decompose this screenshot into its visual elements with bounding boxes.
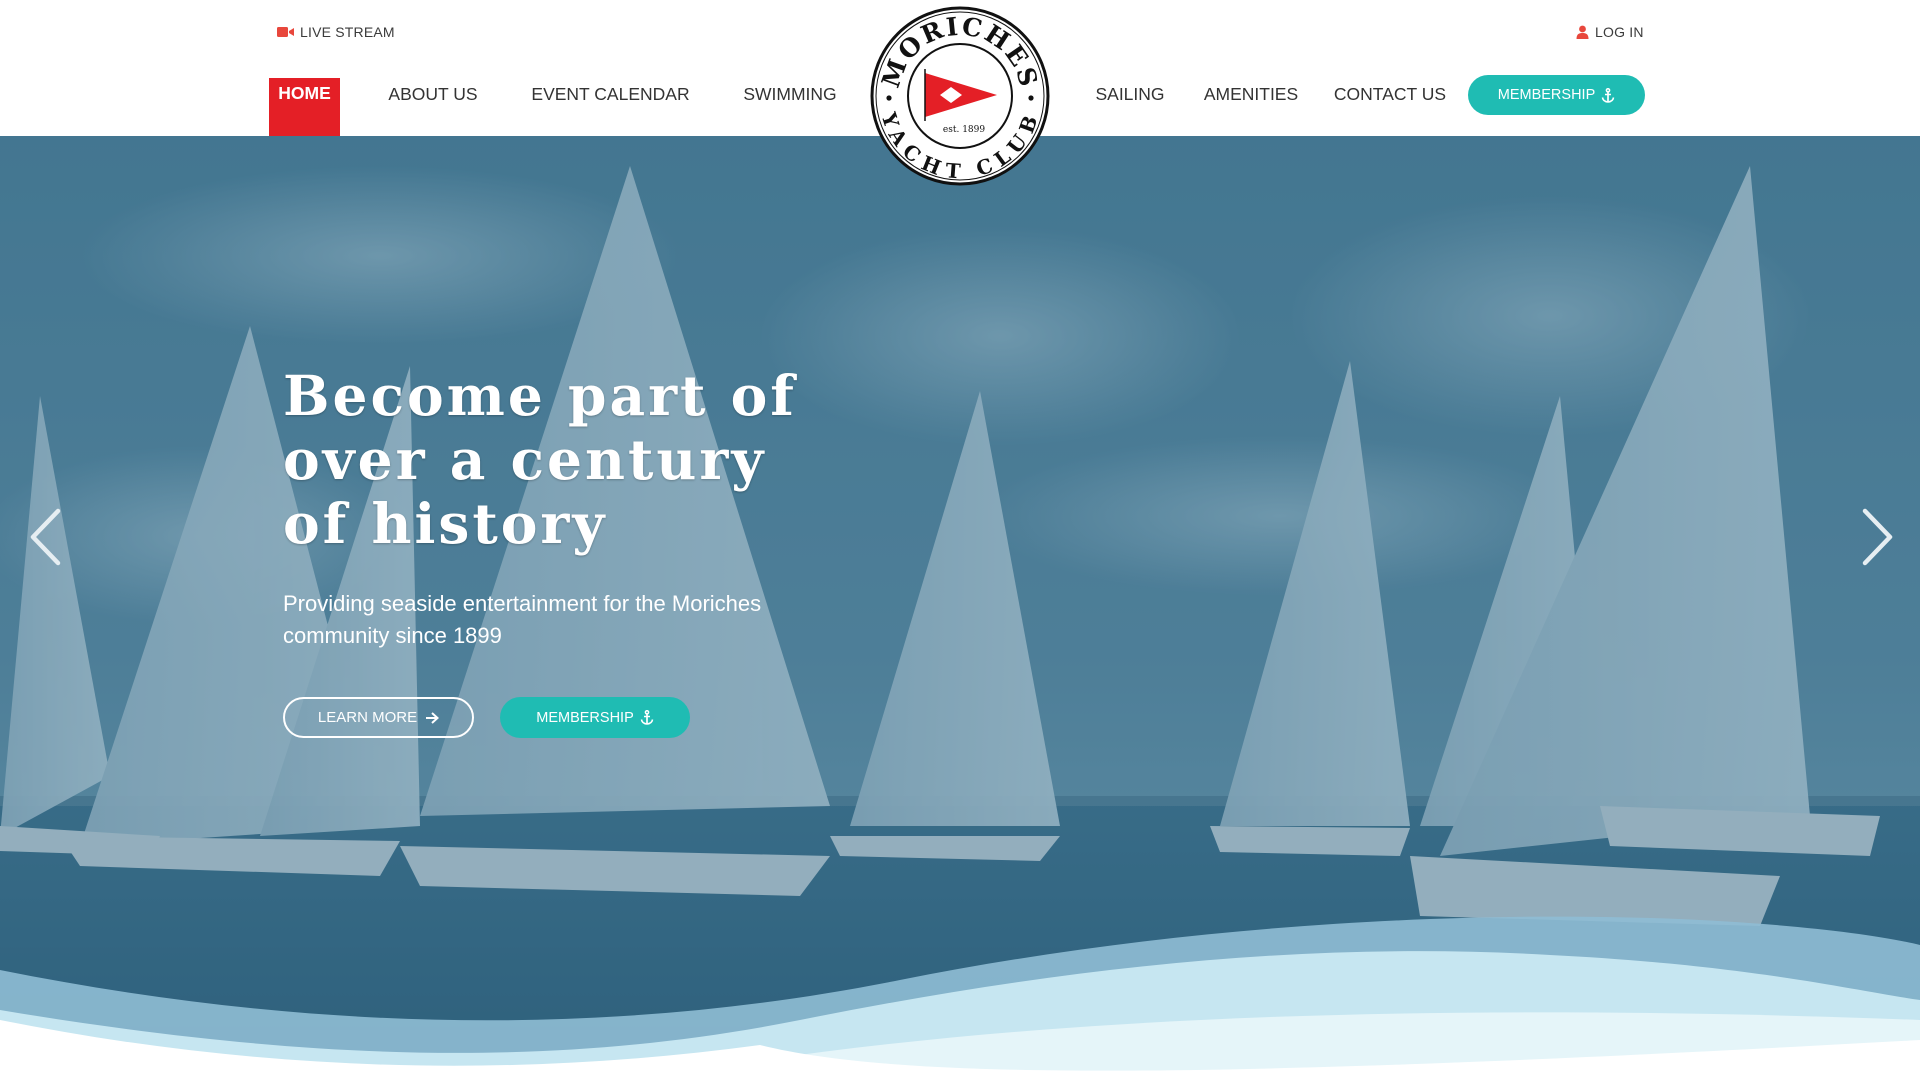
nav-amenities[interactable]: AMENITIES	[1200, 78, 1302, 136]
slider-prev-button[interactable]	[25, 502, 65, 572]
hero-subtitle: Providing seaside entertainment for the …	[283, 591, 762, 648]
log-in-label: LOG IN	[1595, 24, 1644, 40]
hero-title-line-1: Become part of	[283, 363, 797, 428]
membership-hero-label: MEMBERSHIP	[536, 709, 634, 726]
video-camera-icon	[277, 27, 294, 37]
arrow-right-icon	[426, 711, 440, 724]
log-in-link[interactable]: LOG IN	[1576, 22, 1644, 42]
learn-more-label: LEARN MORE	[317, 709, 418, 726]
membership-hero-button[interactable]: MEMBERSHIP	[500, 697, 690, 738]
wave-divider	[0, 916, 1920, 1080]
hero-title-line-3: of history	[283, 491, 608, 556]
chevron-left-icon	[30, 508, 61, 566]
nav-contact-us[interactable]: CONTACT US	[1330, 78, 1450, 136]
learn-more-button[interactable]: LEARN MORE	[283, 697, 474, 738]
logo-est-text: est. 1899	[943, 125, 985, 135]
nav-about-us[interactable]: ABOUT US	[383, 78, 483, 136]
nav-swimming[interactable]: SWIMMING	[737, 78, 843, 136]
nav-sailing[interactable]: SAILING	[1090, 78, 1170, 136]
anchor-icon	[640, 710, 654, 725]
chevron-right-icon	[1862, 508, 1893, 566]
anchor-icon	[1601, 87, 1615, 103]
user-icon	[1576, 25, 1589, 39]
slider-next-button[interactable]	[1858, 502, 1898, 572]
hero-title-line-2: over a century	[283, 427, 767, 492]
live-stream-link[interactable]: LIVE STREAM	[277, 22, 395, 42]
nav-home[interactable]: HOME	[269, 78, 340, 136]
membership-nav-label: MEMBERSHIP	[1497, 87, 1596, 103]
club-logo[interactable]: MORICHES YACHT CLUB est. 1899	[869, 5, 1051, 187]
hero-title: Become part of over a century of history	[283, 364, 923, 556]
membership-nav-button[interactable]: MEMBERSHIP	[1468, 75, 1645, 115]
nav-event-calendar[interactable]: EVENT CALENDAR	[528, 78, 693, 136]
live-stream-label: LIVE STREAM	[300, 24, 395, 40]
